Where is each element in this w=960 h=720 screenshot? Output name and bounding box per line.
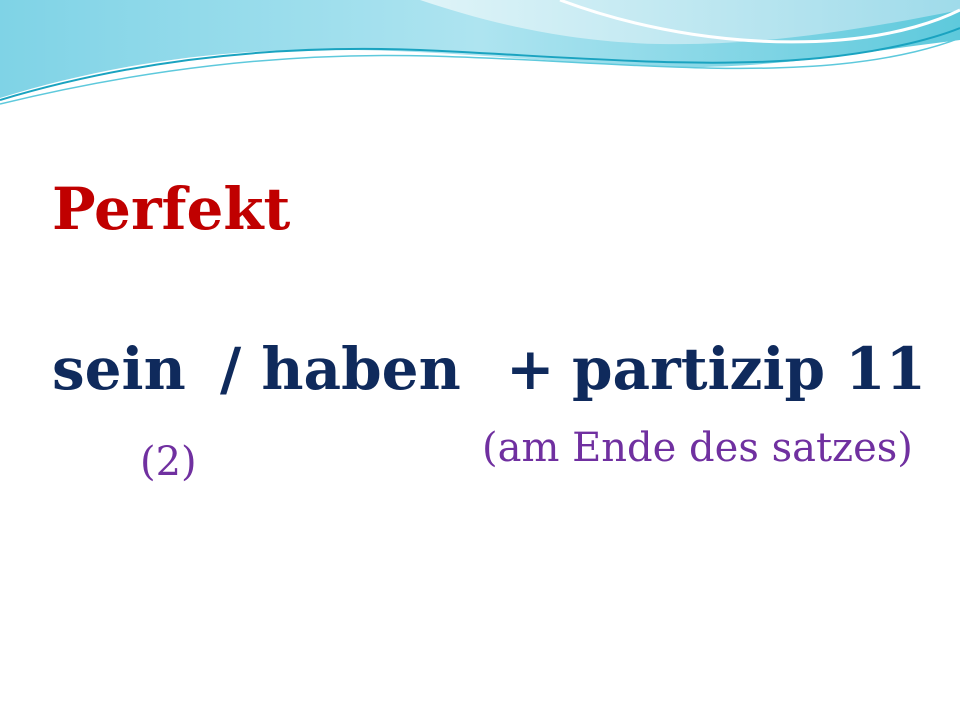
slide: Perfekt sein / haben + partizip 11 (2) (… [0,0,960,720]
formula-plus-operator: + [506,335,555,403]
formula-partizip: partizip 11 [572,335,926,403]
formula-sein: sein [52,335,186,403]
slide-title: Perfekt [52,175,291,243]
note-position-two: (2) [140,439,197,485]
formula-haben: / haben [220,335,461,403]
wave-header-decoration [0,0,960,105]
note-end-of-sentence: (am Ende des satzes) [482,425,913,471]
